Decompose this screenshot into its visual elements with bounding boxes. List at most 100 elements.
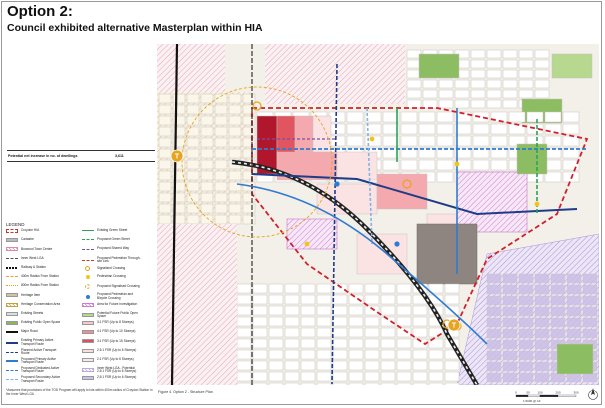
lot [502,306,518,317]
lot [562,159,580,171]
legend-item: Proposed Signalised Crossing [82,283,141,290]
legend-swatch [6,341,18,344]
legend-swatch [6,247,18,252]
lot [158,148,172,159]
lot [400,159,418,171]
legend-swatch [82,330,94,335]
legend-item: Area for Future Investigation [82,302,141,307]
legend-item-label: Existing Primary Active Transport Route [21,338,54,346]
lot [486,99,502,109]
lot [566,295,582,306]
legend-item-label: Heritage Item [21,292,41,297]
lot [252,283,268,294]
legend-swatch [6,238,18,243]
lot [518,350,534,361]
lot [406,89,422,99]
lot [252,316,268,327]
legend-item-label: Croydon HIA [21,228,40,233]
legend-swatch [86,275,90,279]
legend-swatch [82,239,94,241]
lot [236,349,252,360]
lot [518,59,534,69]
scale-label: 300 [573,391,578,395]
lot [364,327,380,338]
lot [316,338,332,349]
legend-item: Proposed Green Street [82,237,141,241]
legend-item-label: Inner West LGA - Potential 2.5:1 FSR (Up… [97,366,137,374]
lot [268,283,284,294]
dwellings-label: Potential net increase in no. of dwellin… [8,154,78,158]
lot [364,316,380,327]
burwood-town-centre [157,44,225,92]
scale-label: 50 [526,391,530,395]
lot [158,126,172,137]
lot [470,99,486,109]
legend-item-label: Cadastre [21,237,34,242]
lot [550,295,566,306]
legend-item: Existing Streets [6,311,65,316]
lot [566,317,582,328]
lot [252,349,268,360]
lot [486,295,502,306]
lot [486,59,502,69]
ped-bicycle-crossing [334,181,340,187]
lot [518,89,534,99]
legend-title: LEGEND [6,222,25,227]
lot [186,170,200,181]
lot [268,349,284,360]
legend-item-label: Pedestrian Crossing [97,274,126,279]
lot [186,203,200,214]
lot [550,328,566,339]
lot [396,371,412,382]
lot [534,372,550,383]
pedestrian-crossing [534,201,540,207]
lot [332,294,348,305]
legend-item: Proposed Secondary Active Transport Rout… [6,376,65,383]
lot [534,89,550,99]
lot [268,294,284,305]
lot [172,93,186,104]
lot [380,294,396,305]
lot [214,192,228,203]
lot [562,123,580,135]
area-future-investigation [286,218,338,250]
legend-item-label: Proposed Signalised Crossing [97,283,140,288]
legend-item: 2.5:1 FSR (Up to 6 Storeys) [82,348,141,353]
lot [332,305,348,316]
lot [444,294,460,305]
lot [214,104,228,115]
legend-swatch [6,330,18,333]
lot [418,123,436,135]
structure-plan-map[interactable]: TT [157,44,599,385]
lot [158,214,172,225]
lot [364,360,380,371]
legend-item: Proposed Pedestrian Through-site Link [82,256,141,264]
lot [396,327,412,338]
lot [228,192,242,203]
lot [412,382,428,385]
lot [444,283,460,294]
lot [566,284,582,295]
lot [486,284,502,295]
legend-swatch [82,357,94,362]
lot [316,371,332,382]
legend-swatch [82,321,94,325]
legend-swatch [6,351,18,353]
lot [418,159,436,171]
legend-swatch [85,284,90,290]
lot [300,360,316,371]
legend-item-label: Existing Green Street [97,228,128,232]
lot [486,339,502,350]
lot [534,361,550,372]
legend-item: Inner West LGA [6,256,65,260]
lot [332,316,348,327]
lot [186,93,200,104]
lot [470,79,486,89]
hatched-residential-top [265,44,405,104]
lot [252,327,268,338]
lot [502,350,518,361]
lot [268,382,284,385]
lot [328,123,346,135]
lot [582,317,598,328]
lot [284,283,300,294]
